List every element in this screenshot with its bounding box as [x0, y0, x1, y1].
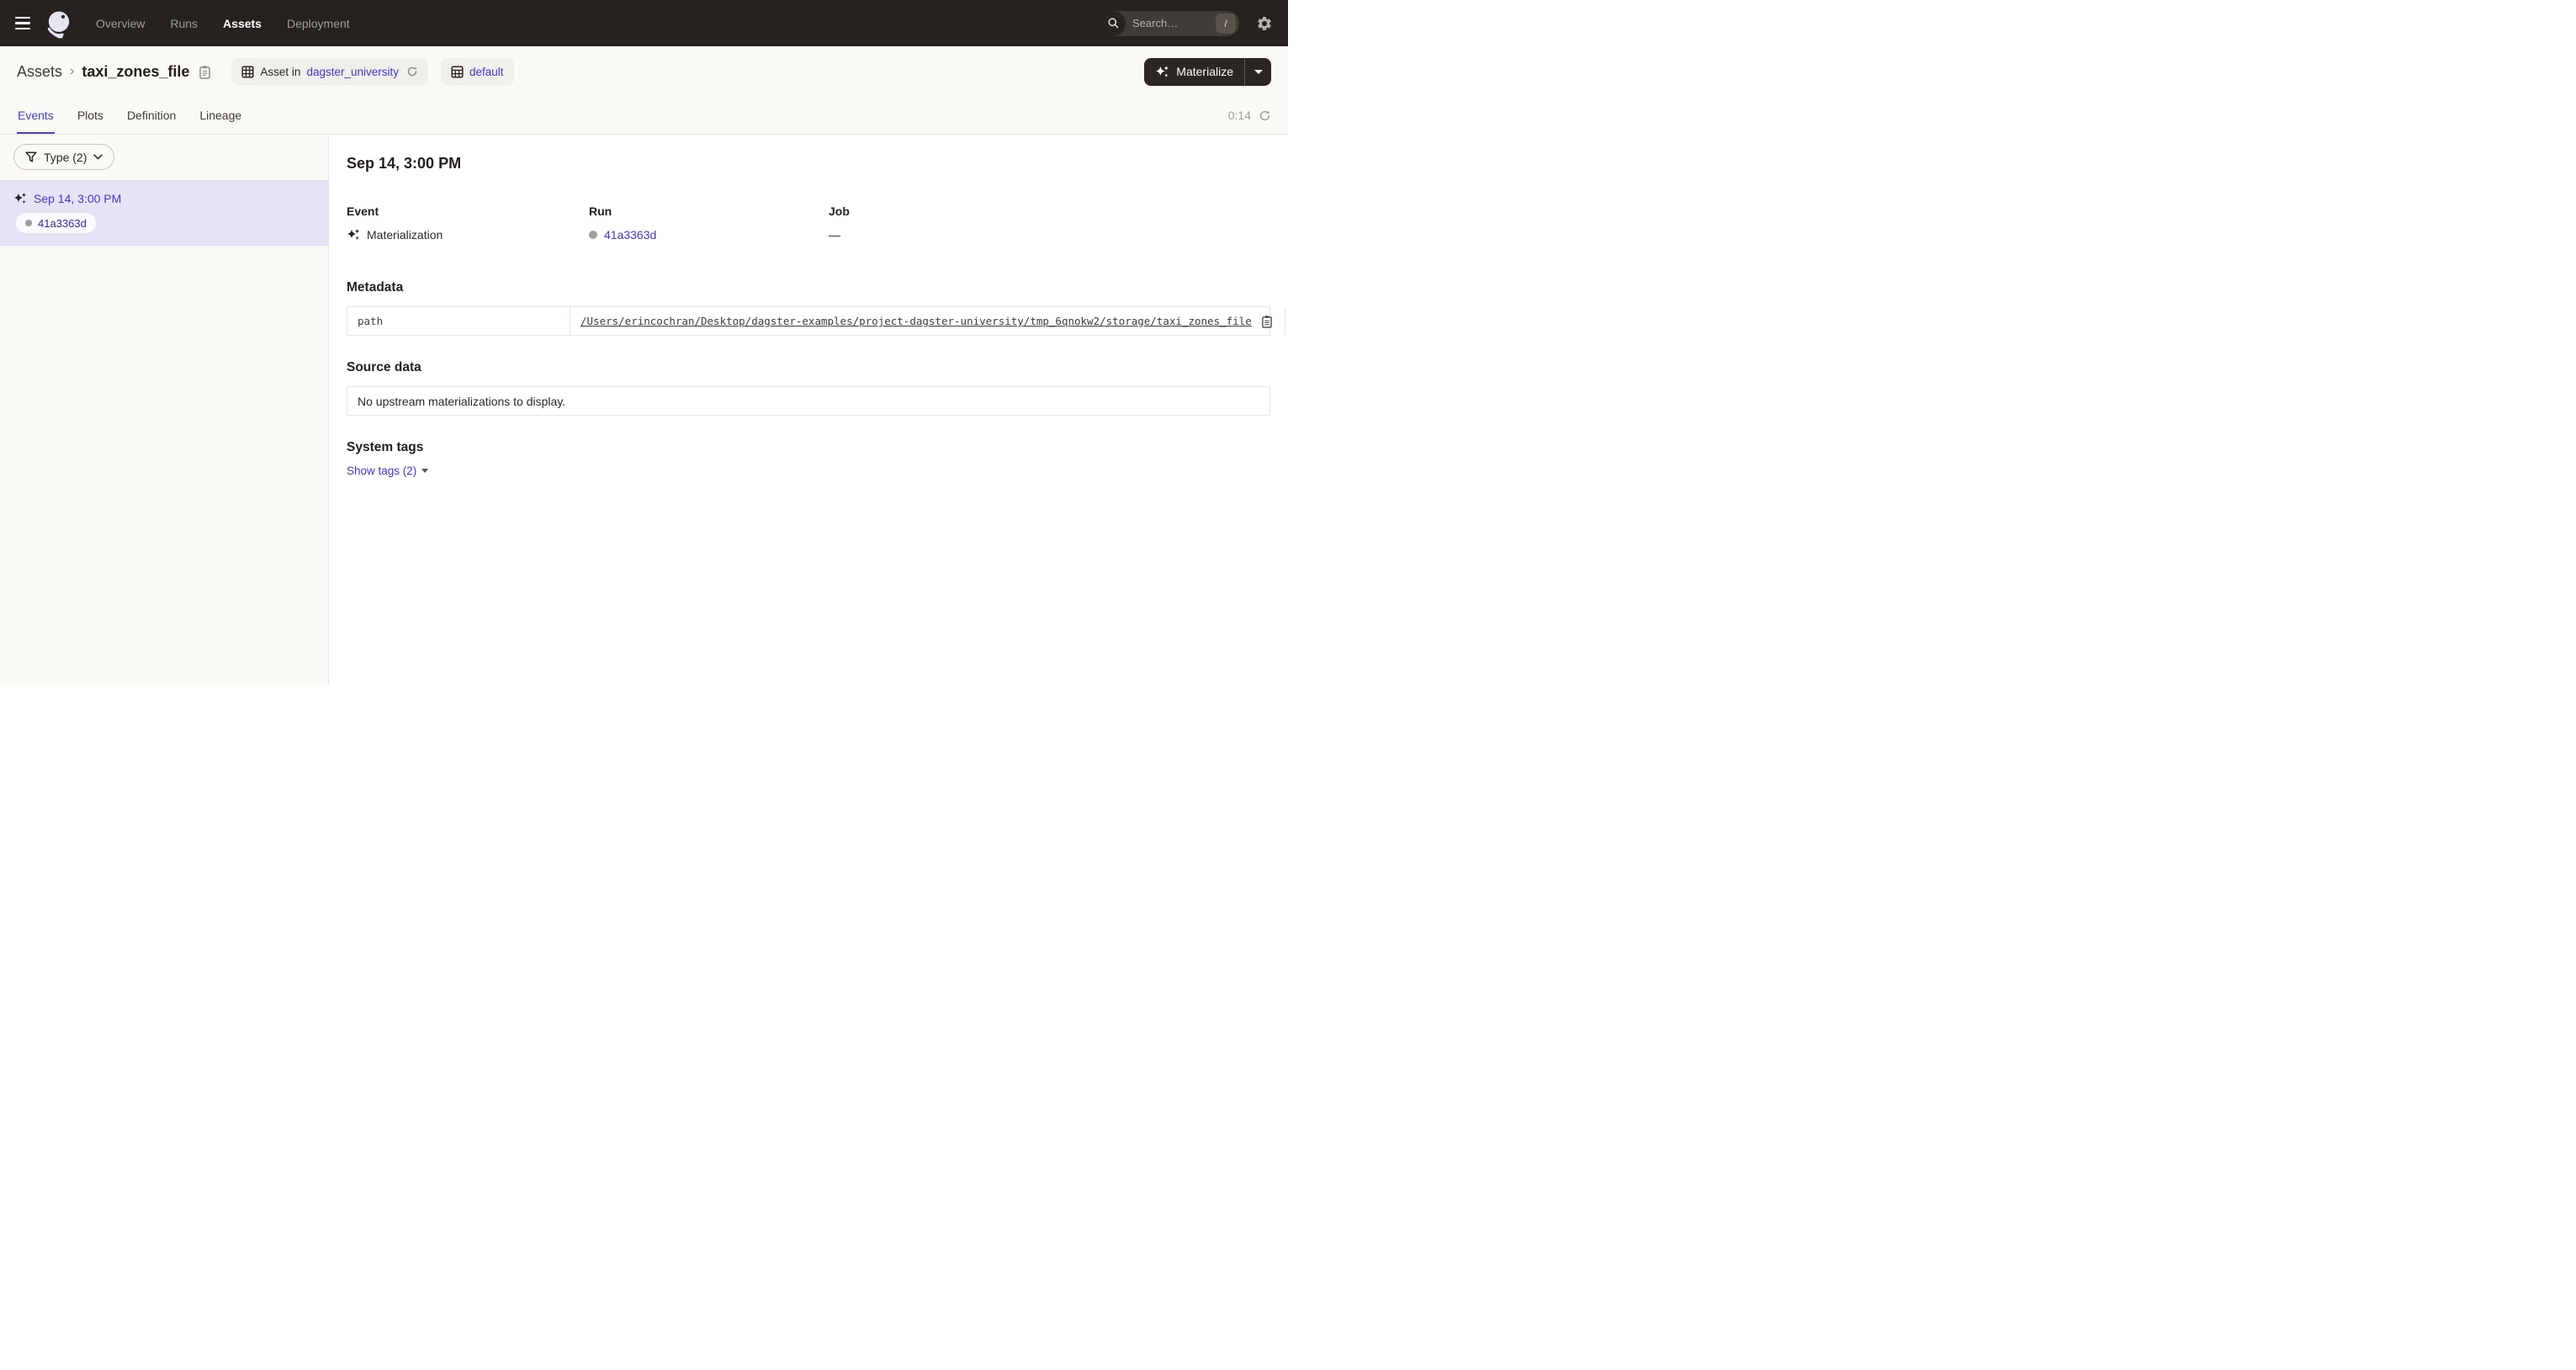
page-title: taxi_zones_file: [82, 63, 189, 81]
job-value: —: [829, 228, 840, 242]
materialization-sparkle-icon: [347, 228, 360, 242]
metadata-path-link[interactable]: /Users/erincochran/Desktop/dagster-examp…: [580, 315, 1252, 327]
nav-links: Overview Runs Assets Deployment: [96, 17, 350, 30]
materialize-split-button: Materialize: [1144, 58, 1271, 86]
metadata-section: Metadata path /Users/erincochran/Desktop…: [347, 280, 1270, 336]
search-input[interactable]: [1126, 17, 1216, 29]
nav-link-deployment[interactable]: Deployment: [287, 17, 350, 30]
copy-asset-name-icon[interactable]: [197, 63, 213, 81]
run-status-dot: [589, 231, 597, 239]
nav-link-overview[interactable]: Overview: [96, 17, 145, 30]
materialize-label: Materialize: [1176, 65, 1233, 78]
run-id-label: 41a3363d: [38, 217, 87, 230]
nav-link-assets[interactable]: Assets: [223, 17, 262, 30]
metadata-table: path /Users/erincochran/Desktop/dagster-…: [347, 306, 1270, 336]
event-detail-title: Sep 14, 3:00 PM: [347, 155, 1270, 173]
refresh-icon[interactable]: [1259, 109, 1271, 122]
group-badge: default: [441, 58, 514, 85]
caret-down-icon: [421, 469, 428, 473]
code-location-link[interactable]: dagster_university: [306, 66, 399, 78]
tab-lineage[interactable]: Lineage: [199, 97, 242, 134]
show-tags-label: Show tags (2): [347, 465, 416, 477]
breadcrumb-separator: ›: [70, 64, 74, 79]
copy-path-icon[interactable]: [1259, 313, 1275, 330]
tab-definition[interactable]: Definition: [126, 97, 177, 134]
materialization-sparkle-icon: [13, 192, 27, 205]
metadata-key-cell: path: [347, 307, 570, 335]
nav-link-runs[interactable]: Runs: [170, 17, 198, 30]
source-data-heading: Source data: [347, 360, 1270, 375]
type-filter-label: Type (2): [44, 151, 87, 164]
materialize-dropdown-button[interactable]: [1244, 58, 1271, 86]
source-data-empty-message: No upstream materializations to display.: [358, 395, 565, 408]
event-detail-panel: Sep 14, 3:00 PM Event Materialization Ru…: [329, 135, 1288, 685]
group-grid-icon: [451, 66, 464, 78]
source-data-empty-box: No upstream materializations to display.: [347, 386, 1270, 416]
asset-in-label: Asset in: [260, 66, 300, 78]
system-tags-section: System tags Show tags (2): [347, 440, 1270, 479]
system-tags-heading: System tags: [347, 440, 1270, 455]
search-icon: [1100, 11, 1126, 36]
run-id-link[interactable]: 41a3363d: [604, 228, 656, 242]
job-column-label: Job: [829, 204, 850, 218]
refresh-countdown: 0:14: [1228, 109, 1251, 122]
hamburger-menu-button[interactable]: [8, 9, 37, 38]
asset-header-row: Assets › taxi_zones_file Asset in dagste…: [0, 46, 1288, 97]
type-filter-button[interactable]: Type (2): [13, 144, 114, 170]
search-box[interactable]: /: [1100, 11, 1239, 36]
event-list-item-selected[interactable]: Sep 14, 3:00 PM 41a3363d: [0, 181, 328, 246]
code-location-badge: Asset in dagster_university: [231, 58, 428, 85]
sparkle-icon: [1155, 65, 1169, 79]
dagster-logo[interactable]: [44, 8, 74, 39]
event-type-value: Materialization: [367, 228, 443, 242]
show-tags-toggle[interactable]: Show tags (2): [347, 465, 428, 477]
tab-plots[interactable]: Plots: [77, 97, 104, 134]
chevron-down-icon: [1254, 70, 1263, 74]
asset-tabs: Events Plots Definition Lineage 0:14: [0, 97, 1288, 135]
gear-icon[interactable]: [1254, 13, 1275, 34]
asset-grid-icon: [241, 66, 254, 78]
run-column-label: Run: [589, 204, 829, 218]
source-data-section: Source data No upstream materializations…: [347, 360, 1270, 416]
event-summary-row: Event Materialization Run 41a3363d: [347, 204, 1270, 242]
chevron-down-icon: [93, 154, 103, 160]
event-column-label: Event: [347, 204, 589, 218]
tab-events[interactable]: Events: [17, 97, 55, 134]
breadcrumb-assets-link[interactable]: Assets: [17, 63, 62, 81]
group-link[interactable]: default: [469, 66, 504, 78]
reload-location-icon[interactable]: [406, 66, 418, 77]
materialize-button[interactable]: Materialize: [1144, 58, 1244, 86]
event-timestamp-link[interactable]: Sep 14, 3:00 PM: [34, 192, 121, 205]
run-id-pill[interactable]: 41a3363d: [16, 213, 96, 233]
run-status-dot: [25, 220, 32, 226]
metadata-heading: Metadata: [347, 280, 1270, 295]
metadata-empty-cell: [1285, 307, 1288, 335]
top-nav: Overview Runs Assets Deployment /: [0, 0, 1288, 46]
filter-funnel-icon: [25, 151, 37, 162]
filter-bar: Type (2): [0, 135, 328, 181]
events-sidebar: Type (2) Sep 14, 3:00 PM 41a3363d: [0, 135, 329, 685]
search-shortcut-badge: /: [1216, 13, 1236, 34]
metadata-value-cell: /Users/erincochran/Desktop/dagster-examp…: [570, 307, 1285, 335]
